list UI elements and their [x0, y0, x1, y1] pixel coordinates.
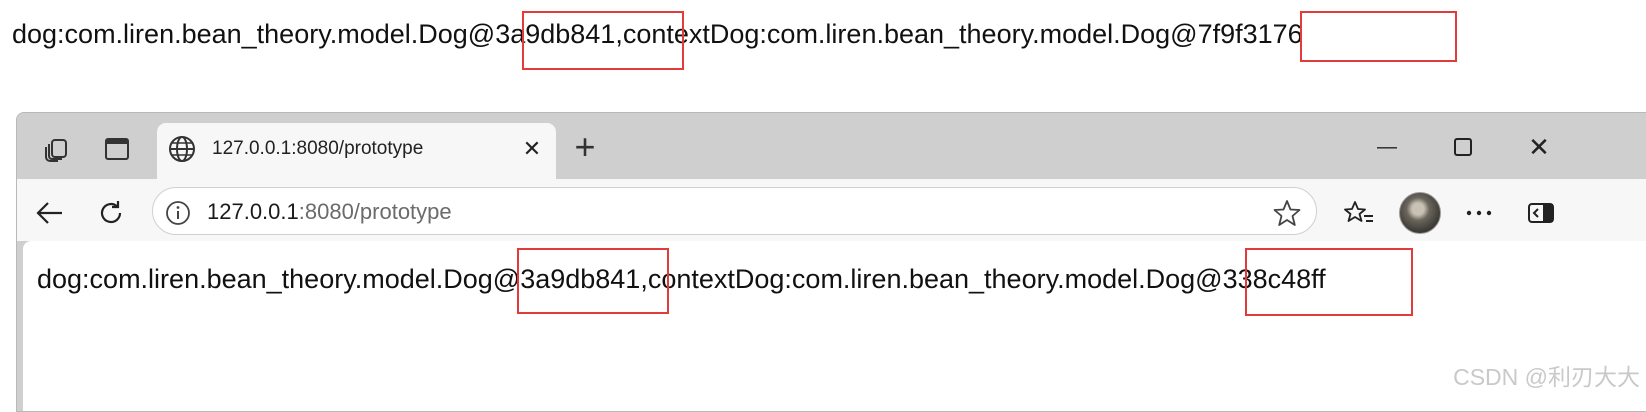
sidebar-icon[interactable]: [1523, 195, 1559, 231]
vertical-tabs-icon[interactable]: [99, 131, 135, 167]
page-dog-prefix: dog:com.liren.bean_theory.model.Dog: [37, 264, 493, 294]
more-icon[interactable]: [1461, 195, 1497, 231]
watermark: CSDN @利刃大大: [1453, 364, 1640, 390]
highlight-box-context-hash-top: [1300, 11, 1457, 62]
back-icon[interactable]: [31, 195, 67, 231]
minimize-icon[interactable]: —: [1369, 129, 1405, 165]
address-path: :8080/prototype: [298, 199, 452, 224]
workspaces-icon[interactable]: [39, 131, 75, 167]
highlight-box-dog-hash-top: [522, 11, 684, 70]
tab-close-icon[interactable]: ✕: [514, 131, 550, 167]
page-context-prefix: contextDog:com.liren.bean_theory.model.D…: [647, 264, 1196, 294]
address-host: 127.0.0.1: [207, 199, 299, 224]
address-url[interactable]: 127.0.0.1:8080/prototype: [207, 199, 452, 225]
context-hash: @7f9f3176: [1170, 19, 1303, 49]
profile-avatar[interactable]: [1399, 192, 1441, 234]
highlight-box-context-hash-page: [1245, 248, 1413, 316]
tab-title: 127.0.0.1:8080/prototype: [212, 138, 424, 159]
site-info-icon[interactable]: [160, 195, 196, 231]
favorite-star-icon[interactable]: [1269, 195, 1305, 231]
context-prefix: contextDog:com.liren.bean_theory.model.D…: [622, 19, 1171, 49]
new-tab-icon[interactable]: +: [567, 126, 603, 167]
maximize-icon[interactable]: [1445, 129, 1481, 165]
refresh-icon[interactable]: [93, 195, 129, 231]
window-close-icon[interactable]: ✕: [1521, 129, 1557, 165]
page-output-line: dog:com.liren.bean_theory.model.Dog@3a9d…: [37, 261, 1326, 297]
globe-icon: [164, 131, 200, 167]
highlight-box-dog-hash-page: [517, 248, 669, 314]
dog-prefix: dog:com.liren.bean_theory.model.Dog: [12, 19, 468, 49]
favorites-list-icon[interactable]: [1341, 195, 1377, 231]
